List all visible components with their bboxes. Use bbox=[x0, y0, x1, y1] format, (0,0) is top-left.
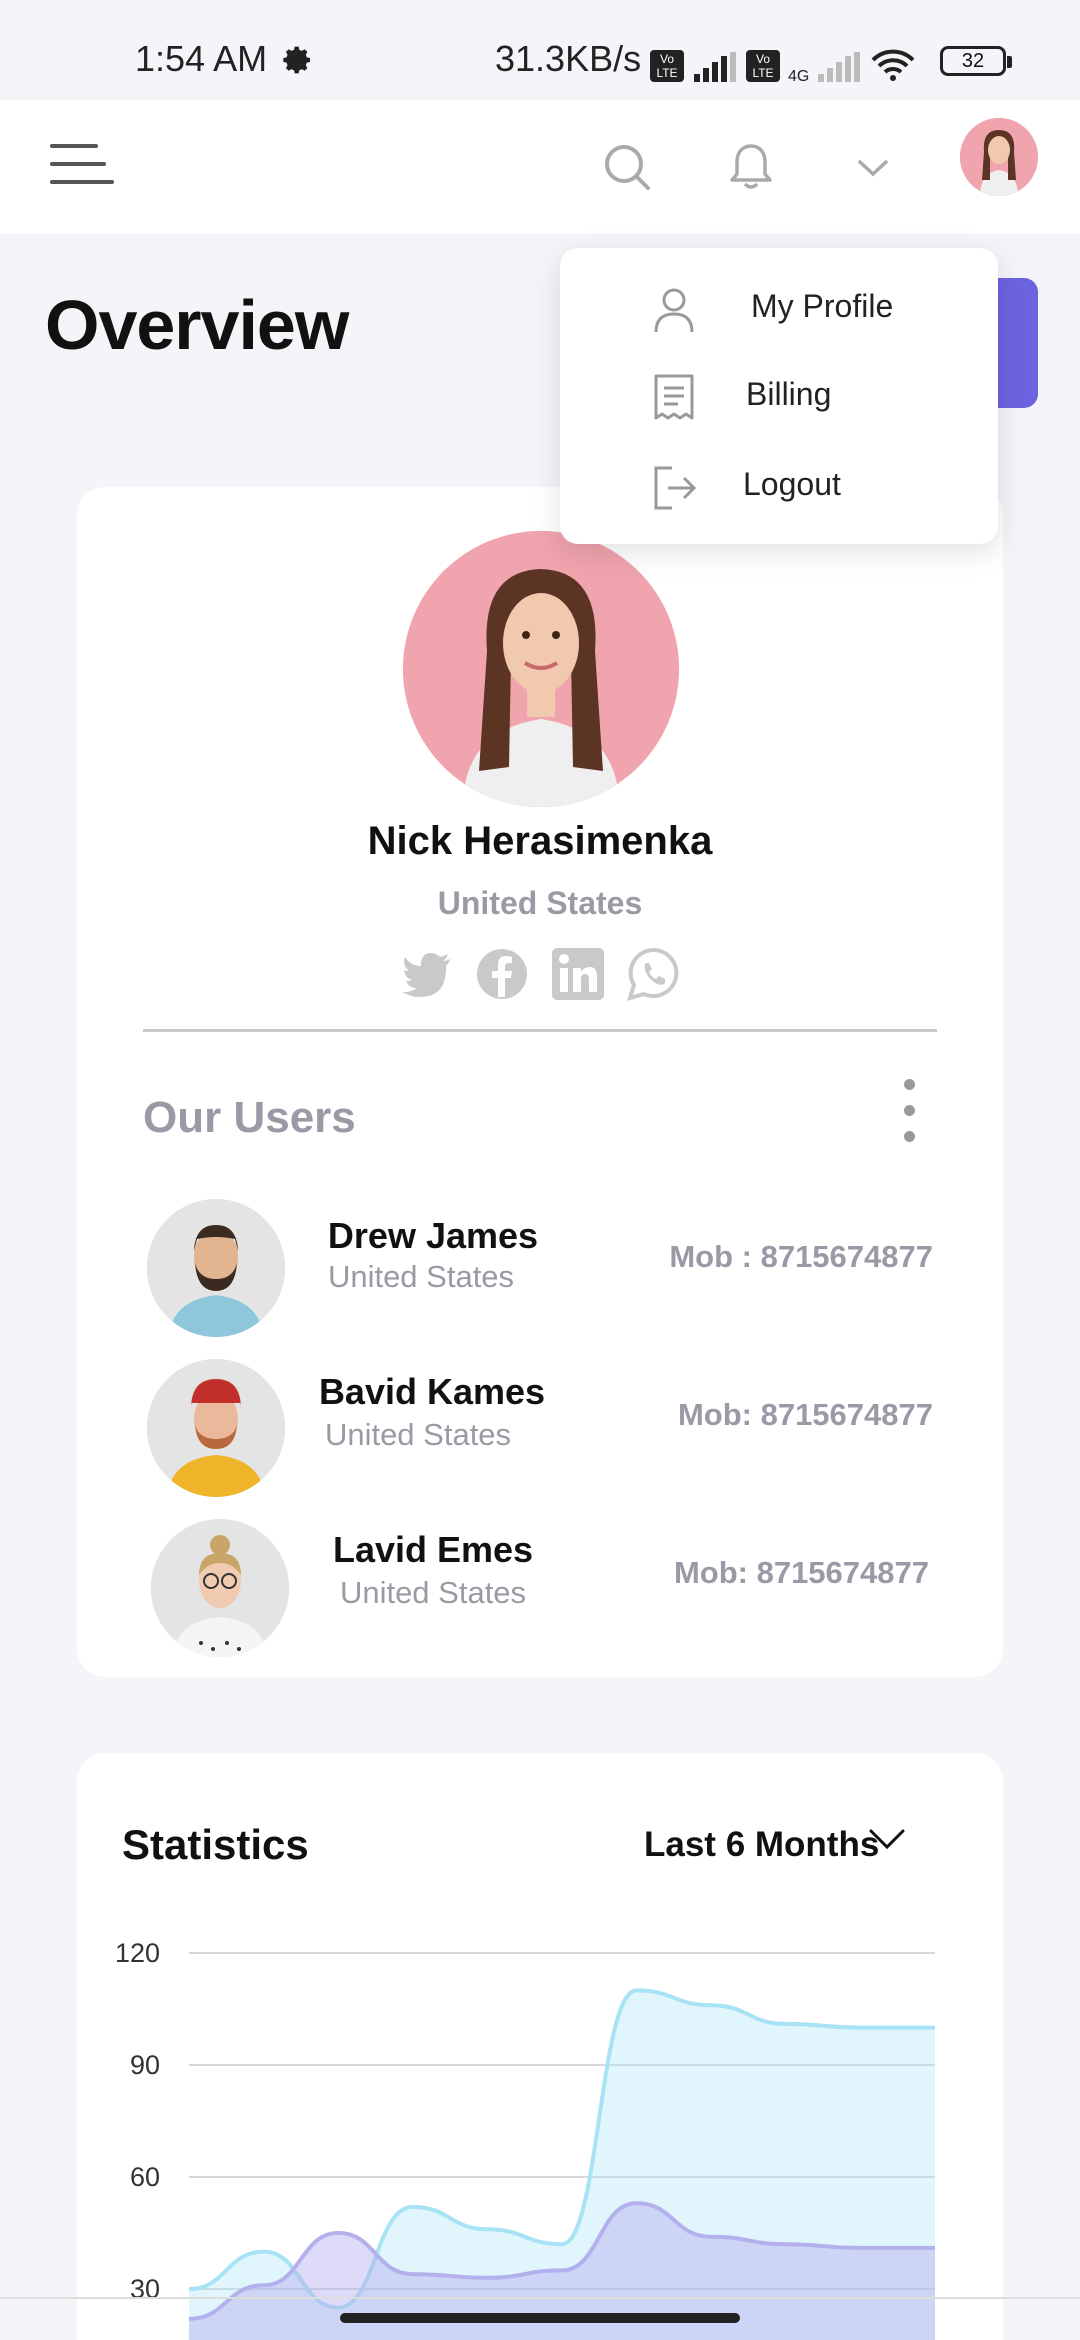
dropdown-item-my-profile[interactable]: My Profile bbox=[560, 268, 998, 348]
user-country: United States bbox=[324, 1417, 512, 1452]
users-title: Our Users bbox=[143, 1093, 356, 1142]
user-name: Lavid Emes bbox=[332, 1529, 534, 1570]
signal-icon-2 bbox=[818, 52, 860, 82]
profile-country: United States bbox=[437, 885, 643, 921]
profile-card: Nick Herasimenka United States Our Users bbox=[77, 487, 1003, 1677]
app-header bbox=[0, 100, 1080, 234]
more-options-icon[interactable] bbox=[897, 1079, 921, 1143]
bell-icon[interactable] bbox=[724, 140, 778, 194]
network-speed: 31.3KB/s bbox=[495, 38, 642, 79]
receipt-icon bbox=[654, 374, 694, 420]
user-avatar bbox=[147, 1199, 285, 1337]
dropdown-item-billing[interactable]: Billing bbox=[560, 356, 998, 436]
home-indicator[interactable] bbox=[340, 2313, 740, 2323]
dropdown-label: My Profile bbox=[751, 288, 894, 324]
chevron-down-icon[interactable] bbox=[846, 140, 900, 194]
status-time: 1:54 AM bbox=[135, 38, 268, 79]
list-item[interactable]: Bavid Kames United States Mob: 871567487… bbox=[77, 1357, 1003, 1507]
statistics-card: Statistics Last 6 Months 120 90 60 30 bbox=[77, 1753, 1003, 2340]
y-tick-label: 30 bbox=[130, 2274, 160, 2304]
profile-dropdown: My Profile Billing Logout bbox=[560, 248, 998, 544]
user-avatar bbox=[151, 1519, 289, 1657]
battery-icon: 32 bbox=[940, 46, 1012, 76]
search-icon[interactable] bbox=[600, 140, 654, 194]
user-mob: Mob: 8715674877 bbox=[677, 1397, 933, 1432]
facebook-icon[interactable] bbox=[475, 947, 529, 1001]
gear-icon bbox=[283, 46, 310, 74]
avatar[interactable] bbox=[960, 118, 1038, 196]
list-item[interactable]: Lavid Emes United States Mob: 8715674877 bbox=[77, 1517, 1003, 1667]
logout-icon bbox=[654, 466, 697, 510]
user-name: Bavid Kames bbox=[318, 1371, 546, 1412]
bottom-divider bbox=[0, 2297, 1080, 2299]
user-icon bbox=[654, 288, 694, 333]
y-tick-label: 90 bbox=[130, 2050, 160, 2080]
divider bbox=[143, 1029, 937, 1032]
profile-avatar bbox=[403, 531, 679, 807]
dropdown-label: Billing bbox=[746, 376, 832, 412]
status-bar: 1:54 AM 31.3KB/s Vo LTE Vo LTE 4G 32 bbox=[0, 0, 1080, 100]
wifi-icon bbox=[871, 49, 915, 81]
list-item[interactable]: Drew James United States Mob : 871567487… bbox=[77, 1197, 1003, 1347]
linkedin-icon[interactable] bbox=[551, 947, 605, 1001]
user-name: Drew James bbox=[327, 1215, 539, 1256]
volte-icon-2: Vo LTE bbox=[746, 50, 780, 82]
user-mob: Mob : 8715674877 bbox=[669, 1239, 933, 1274]
user-country: United States bbox=[339, 1575, 527, 1610]
dropdown-label: Logout bbox=[743, 466, 841, 502]
page-title: Overview bbox=[45, 286, 349, 364]
signal-icons: Vo LTE Vo LTE 4G bbox=[650, 42, 916, 85]
volte-icon: Vo LTE bbox=[650, 50, 684, 82]
y-tick-label: 120 bbox=[115, 1938, 160, 1968]
user-avatar bbox=[147, 1359, 285, 1497]
signal-icon bbox=[694, 52, 736, 82]
profile-name: Nick Herasimenka bbox=[367, 819, 713, 863]
whatsapp-icon[interactable] bbox=[627, 947, 681, 1001]
dropdown-item-logout[interactable]: Logout bbox=[560, 446, 998, 526]
user-country: United States bbox=[327, 1259, 515, 1294]
statistics-chart: 120 90 60 30 bbox=[115, 1938, 935, 2340]
twitter-icon[interactable] bbox=[400, 947, 454, 1001]
menu-icon[interactable] bbox=[50, 144, 116, 188]
user-mob: Mob: 8715674877 bbox=[673, 1555, 929, 1590]
y-tick-label: 60 bbox=[130, 2162, 160, 2192]
